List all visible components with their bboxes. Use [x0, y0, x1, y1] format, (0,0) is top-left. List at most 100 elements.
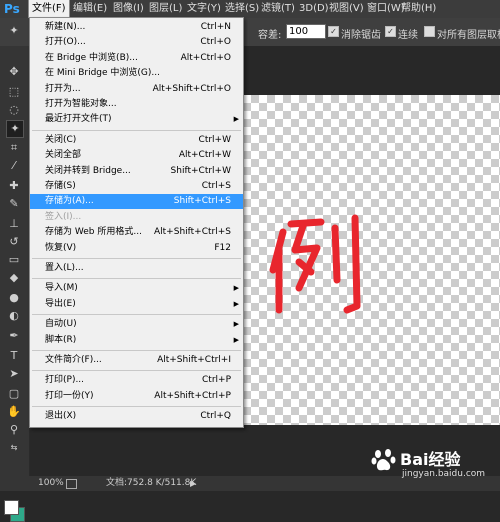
- file-menu-item-label: 签入(I)...: [45, 211, 82, 222]
- file-menu-item[interactable]: 打开(O)... Ctrl+O: [30, 35, 243, 50]
- file-menu-item-label: 文件简介(F)...: [45, 355, 102, 365]
- file-menu-item-label: 导出(E): [45, 298, 76, 309]
- file-menu-item[interactable]: 打印一份(Y) Alt+Shift+Ctrl+P: [30, 389, 243, 404]
- file-menu-item[interactable]: 打开为智能对象...: [30, 97, 243, 112]
- file-menu-item: 签入(I)...: [30, 210, 243, 225]
- file-menu-item[interactable]: 最近打开文件(T) ▶: [30, 112, 243, 127]
- menu-4[interactable]: 文字(Y): [184, 0, 224, 18]
- file-menu-item-label: 自动(U): [45, 319, 77, 330]
- crop-tool-icon[interactable]: ⌗: [6, 140, 22, 156]
- hand-tool-icon[interactable]: ✋: [6, 404, 22, 420]
- gradient-tool-icon[interactable]: ◆: [6, 270, 22, 286]
- file-menu-item-label: 打开(O)...: [45, 37, 86, 48]
- file-menu-item-shortcut: Ctrl+W: [198, 134, 231, 145]
- tolerance-input[interactable]: 100: [286, 24, 326, 39]
- file-menu-item[interactable]: 导出(E) ▶: [30, 297, 243, 312]
- file-menu-item-shortcut: Shift+Ctrl+S: [173, 196, 231, 207]
- menu-6[interactable]: 滤镜(T): [258, 0, 298, 18]
- file-menu-item-label: 存储为(A)...: [45, 196, 94, 207]
- all-layers-label: 对所有图层取样: [437, 30, 500, 41]
- status-menu-arrow-icon[interactable]: ▶: [190, 476, 196, 491]
- submenu-arrow-icon: ▶: [233, 115, 239, 124]
- file-menu-item[interactable]: 关闭全部 Alt+Ctrl+W: [30, 148, 243, 163]
- file-menu-item[interactable]: 置入(L)...: [30, 261, 243, 276]
- file-menu-item[interactable]: 打印(P)... Ctrl+P: [30, 373, 243, 388]
- submenu-arrow-icon: ▶: [233, 284, 239, 293]
- file-menu-item-shortcut: Alt+Ctrl+O: [180, 52, 231, 63]
- file-menu-item-label: 导入(M): [45, 283, 78, 294]
- file-menu-item-label: 在 Mini Bridge 中浏览(G)...: [45, 68, 160, 79]
- magic-wand-icon[interactable]: ✦: [6, 23, 22, 39]
- lasso-tool-icon[interactable]: ◌: [6, 102, 22, 118]
- menu-1[interactable]: 编辑(E): [70, 0, 110, 18]
- shape-tool-icon[interactable]: ▢: [6, 386, 22, 402]
- file-menu-item[interactable]: 文件简介(F)... Alt+Shift+Ctrl+I: [30, 353, 243, 368]
- file-menu-item[interactable]: 在 Bridge 中浏览(B)... Alt+Ctrl+O: [30, 51, 243, 66]
- foreground-color-swatch[interactable]: [4, 500, 19, 515]
- file-menu-item[interactable]: 存储(S) Ctrl+S: [30, 179, 243, 194]
- file-menu-item-shortcut: Alt+Shift+Ctrl+I: [157, 355, 231, 365]
- file-menu-item-label: 退出(X): [45, 411, 77, 422]
- eyedropper-tool-icon[interactable]: ⁄: [6, 158, 22, 174]
- contiguous-checkbox[interactable]: ✓: [385, 26, 396, 37]
- zoom-level[interactable]: 100%: [38, 476, 64, 491]
- blur-tool-icon[interactable]: ●: [6, 290, 22, 306]
- eraser-tool-icon[interactable]: ▭: [6, 252, 22, 268]
- menu-2[interactable]: 图像(I): [110, 0, 147, 18]
- menu-10[interactable]: 帮助(H): [398, 0, 439, 18]
- file-menu-item-label: 置入(L)...: [45, 263, 84, 273]
- menu-separator: [32, 314, 241, 316]
- all-layers-checkbox[interactable]: [424, 26, 435, 37]
- file-menu-item[interactable]: 脚本(R) ▶: [30, 333, 243, 348]
- menu-separator: [32, 278, 241, 280]
- menu-bar: Ps 文件(F) 编辑(E) 图像(I) 图层(L) 文字(Y) 选择(S) 滤镜(T) 3D…: [0, 0, 500, 19]
- file-menu-item-label: 打开为智能对象...: [45, 99, 117, 109]
- file-menu-item-shortcut: F12: [214, 242, 231, 253]
- file-menu-item-shortcut: Ctrl+S: [201, 181, 231, 191]
- clone-stamp-icon[interactable]: ⊥: [6, 216, 22, 232]
- watermark-url: jingyan.baidu.com: [402, 469, 486, 479]
- file-menu-item[interactable]: 在 Mini Bridge 中浏览(G)...: [30, 66, 243, 81]
- file-menu-item[interactable]: 存储为 Web 所用格式... Alt+Shift+Ctrl+S: [30, 225, 243, 240]
- quick-select-tool-icon[interactable]: ✦: [6, 120, 24, 138]
- file-menu-item-shortcut: Ctrl+P: [202, 375, 231, 386]
- marquee-tool-icon[interactable]: ⬚: [6, 84, 22, 100]
- zoom-tool-icon[interactable]: ⚲: [6, 422, 22, 438]
- menu-8[interactable]: 视图(V): [326, 0, 367, 18]
- red-brush-stroke-drawing: [269, 214, 361, 314]
- path-select-icon[interactable]: ➤: [6, 366, 22, 382]
- file-menu-item[interactable]: 打开为... Alt+Shift+Ctrl+O: [30, 82, 243, 97]
- file-menu-item[interactable]: 关闭(C) Ctrl+W: [30, 133, 243, 148]
- file-menu-item[interactable]: 关闭并转到 Bridge... Shift+Ctrl+W: [30, 164, 243, 179]
- watermark-brand: Bai经验: [400, 450, 461, 469]
- antialias-checkbox[interactable]: ✓: [328, 26, 339, 37]
- dodge-tool-icon[interactable]: ◐: [6, 308, 22, 324]
- menu-5[interactable]: 选择(S): [222, 0, 262, 18]
- history-brush-icon[interactable]: ↺: [6, 234, 22, 250]
- menu-3[interactable]: 图层(L): [146, 0, 185, 18]
- swap-colors-icon[interactable]: ⇆: [6, 440, 22, 456]
- contiguous-label: 连续: [398, 30, 418, 41]
- brush-tool-icon[interactable]: ✎: [6, 196, 22, 212]
- pen-tool-icon[interactable]: ✒: [6, 328, 22, 344]
- submenu-arrow-icon: ▶: [233, 320, 239, 329]
- file-menu-item-label: 关闭并转到 Bridge...: [45, 165, 131, 176]
- file-menu-item-shortcut: Alt+Shift+Ctrl+S: [154, 227, 231, 238]
- file-menu-item-shortcut: Alt+Ctrl+W: [178, 150, 231, 161]
- file-menu-item[interactable]: 退出(X) Ctrl+Q: [30, 409, 243, 424]
- file-menu-item[interactable]: 新建(N)... Ctrl+N: [30, 20, 243, 35]
- menu-separator: [32, 129, 241, 131]
- baidu-watermark: Bai经验 jingyan.baidu.com: [368, 444, 500, 489]
- file-menu-item[interactable]: 存储为(A)... Shift+Ctrl+S: [30, 194, 243, 210]
- healing-brush-icon[interactable]: ✚: [6, 178, 22, 194]
- file-menu-item[interactable]: 自动(U) ▶: [30, 317, 243, 332]
- file-menu-item[interactable]: 导入(M) ▶: [30, 281, 243, 296]
- file-menu-item-label: 关闭全部: [45, 150, 82, 161]
- file-menu-item-shortcut: Shift+Ctrl+W: [170, 165, 231, 176]
- file-menu-item-label: 打开为...: [45, 83, 81, 94]
- move-tool-icon[interactable]: ✥: [6, 64, 22, 80]
- type-tool-icon[interactable]: T: [6, 348, 22, 364]
- file-menu-item[interactable]: 恢复(V) F12: [30, 241, 243, 256]
- file-menu-item-shortcut: Alt+Shift+Ctrl+P: [154, 390, 231, 401]
- submenu-arrow-icon: ▶: [233, 335, 239, 344]
